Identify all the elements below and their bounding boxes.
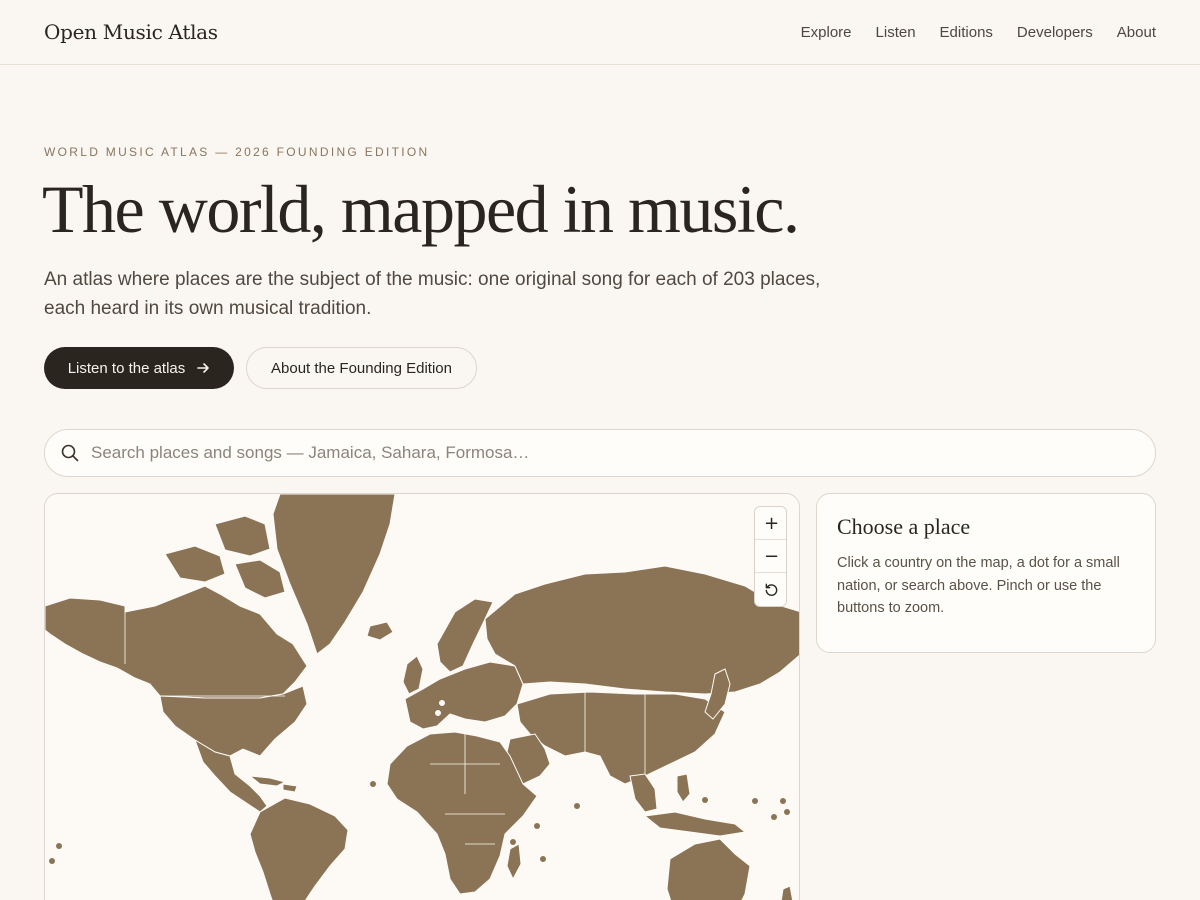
small-nation-dot <box>447 831 453 837</box>
main-nav: Explore Listen Editions Developers About <box>801 24 1156 41</box>
nav-about[interactable]: About <box>1117 24 1156 41</box>
listen-button[interactable]: Listen to the atlas <box>44 347 234 389</box>
map-region-asia <box>516 691 726 785</box>
small-nation-dot <box>540 856 546 862</box>
map-region-british-isles <box>402 655 424 695</box>
nav-developers[interactable]: Developers <box>1017 24 1093 41</box>
zoom-in-button[interactable]: + <box>755 507 786 540</box>
map-region-caribbean-2 <box>282 783 298 793</box>
listen-button-label: Listen to the atlas <box>67 359 186 377</box>
map-region-arctic-islands <box>164 545 226 583</box>
small-nation-dot <box>56 843 62 849</box>
brand-logo[interactable]: Open Music Atlas <box>44 20 218 44</box>
search-bar <box>44 429 1156 477</box>
map-region-australia <box>666 838 751 900</box>
hero-eyebrow: WORLD MUSIC ATLAS — 2026 FOUNDING EDITIO… <box>44 145 430 159</box>
small-nation-dot <box>784 809 790 815</box>
small-nation-dot <box>510 839 516 845</box>
map-region-southeast-asia <box>629 773 658 813</box>
nav-listen[interactable]: Listen <box>876 24 916 41</box>
map-region-north-america-north <box>45 585 308 699</box>
search-icon <box>61 444 79 462</box>
small-nation-dot-open <box>438 699 446 707</box>
small-nation-dot <box>432 811 438 817</box>
zoom-out-button[interactable]: − <box>755 540 786 573</box>
place-panel-title: Choose a place <box>837 514 971 539</box>
map-region-caribbean <box>248 775 287 787</box>
nav-explore[interactable]: Explore <box>801 24 852 41</box>
map-region-arctic-islands-2 <box>214 515 271 557</box>
nav-editions[interactable]: Editions <box>940 24 993 41</box>
zoom-controls: + − <box>754 506 787 607</box>
small-nation-dot <box>49 858 55 864</box>
map-region-iceland <box>366 621 394 641</box>
map-region-indonesia <box>643 811 747 837</box>
reset-view-button[interactable] <box>755 573 786 606</box>
map-region-madagascar <box>506 843 522 881</box>
place-panel-body: Click a country on the map, a dot for a … <box>837 555 1120 616</box>
place-panel: Choose a place Click a country on the ma… <box>816 493 1156 653</box>
reset-icon <box>765 583 778 596</box>
map-region-new-zealand <box>780 885 794 900</box>
hero-title: The world, mapped in music. <box>42 171 800 247</box>
map-region-south-america <box>249 797 349 900</box>
small-nation-dot <box>574 803 580 809</box>
small-nation-dot <box>780 798 786 804</box>
about-edition-button[interactable]: About the Founding Edition <box>246 347 477 389</box>
small-nation-dot <box>534 823 540 829</box>
small-nation-dot <box>771 814 777 820</box>
map-region-scandinavia <box>436 598 494 673</box>
world-map-canvas[interactable] <box>45 494 800 900</box>
search-input[interactable] <box>91 433 1155 473</box>
top-bar: Open Music Atlas Explore Listen Editions… <box>0 0 1200 65</box>
small-nation-dot <box>752 798 758 804</box>
small-nation-dot <box>370 781 376 787</box>
small-nation-dot <box>702 797 708 803</box>
map-region-russia <box>484 565 799 695</box>
map-region-philippines <box>676 773 691 803</box>
arrow-right-icon <box>197 363 210 373</box>
small-nation-dot-open <box>434 709 442 717</box>
map-region-arctic-islands-3 <box>234 559 286 599</box>
hero-lede: An atlas where places are the subject of… <box>44 269 821 319</box>
world-map[interactable]: + − <box>44 493 800 900</box>
